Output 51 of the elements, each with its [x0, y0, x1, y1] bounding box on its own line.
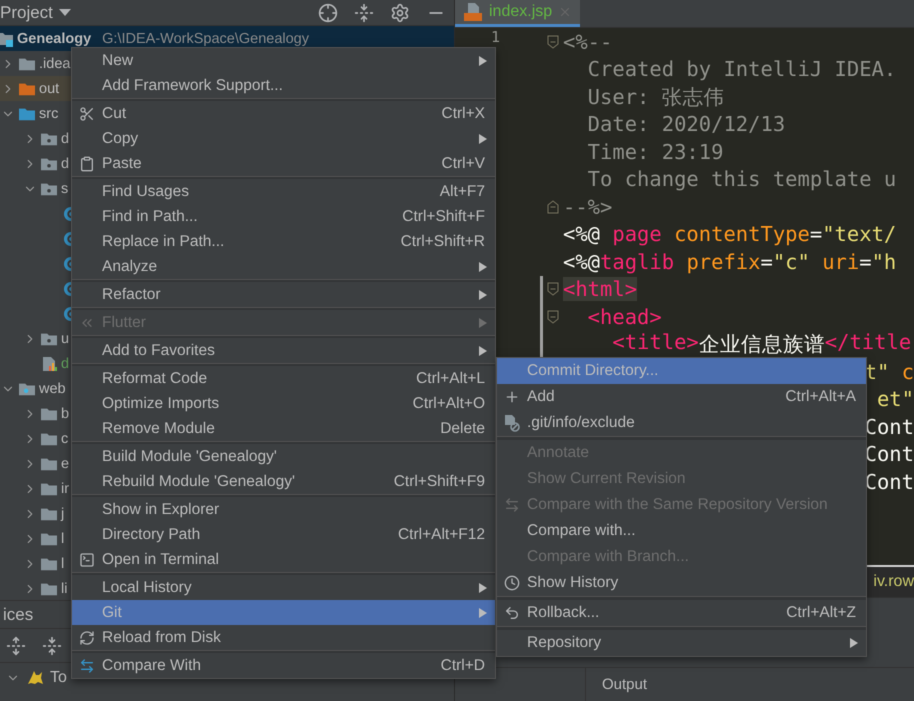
- shortcut-text: Ctrl+X: [442, 104, 485, 122]
- code-line: Time: 23:19: [586, 140, 724, 164]
- code-line: t" c: [864, 360, 914, 384]
- tree-item-name: l: [61, 530, 64, 546]
- shortcut-text: Ctrl+Shift+R: [400, 232, 485, 250]
- shortcut-text: Ctrl+Shift+F: [402, 208, 485, 226]
- code-line: <head>: [586, 304, 662, 329]
- tree-item-name: d: [61, 156, 70, 172]
- code-line: Cont: [864, 442, 914, 466]
- shortcut-text: Delete: [440, 420, 485, 438]
- tree-item-name: out: [39, 80, 60, 96]
- code-line: Cont: [864, 414, 914, 439]
- tree-item-name: ir: [61, 480, 70, 496]
- shortcut-text: Ctrl+Alt+O: [412, 394, 485, 412]
- tree-item-name: li: [61, 580, 68, 596]
- tree-item-name: b: [61, 406, 70, 422]
- code-line: User: 张志伟: [586, 84, 725, 111]
- code-line: To change this template u: [586, 167, 896, 192]
- tree-item-name: src: [39, 106, 58, 122]
- shortcut-text: Ctrl+V: [442, 154, 485, 172]
- code-line: Created by IntelliJ IDEA.: [586, 57, 896, 82]
- tree-item-name: e: [61, 456, 70, 472]
- code-line: <title>企业信息族谱</title: [611, 330, 912, 358]
- code-line: Date: 2020/12/13: [586, 112, 786, 136]
- tree-item-name: d: [61, 130, 70, 146]
- code-line: --%>: [563, 194, 612, 219]
- panel-title: ices: [3, 604, 34, 624]
- shortcut-text: Ctrl+Alt+L: [416, 370, 485, 388]
- tree-item-name: .idea: [39, 56, 70, 72]
- tree-item-name: c: [61, 430, 68, 446]
- shortcut-text: Ctrl+Alt+Z: [786, 604, 856, 622]
- tree-item-name: u: [61, 330, 70, 346]
- tree-item-name: j: [61, 506, 64, 522]
- code-line: Cont: [864, 470, 914, 494]
- shortcut-text: Ctrl+D: [440, 656, 485, 674]
- shortcut-text: Ctrl+Alt+F12: [398, 526, 485, 544]
- shortcut-text: Alt+F7: [440, 182, 485, 200]
- tree-item-name: web: [39, 380, 66, 396]
- tree-item-name: d: [61, 356, 70, 372]
- code-line: <%--: [563, 30, 612, 54]
- module-path: G:\IDEA-WorkSpace\Genealogy: [102, 30, 309, 46]
- code-line: et": [876, 387, 914, 412]
- line-number: 1: [490, 29, 500, 46]
- code-line: <%@taglib prefix="c" uri="h: [563, 250, 896, 274]
- shortcut-text: Ctrl+Shift+F9: [394, 472, 485, 490]
- tree-item-name: l: [61, 556, 64, 572]
- tree-item-name: s: [61, 180, 68, 196]
- tab-label: index.jsp: [489, 3, 552, 21]
- tree-item-name: Genealogy: [17, 30, 92, 46]
- shortcut-text: Ctrl+Alt+A: [785, 388, 856, 406]
- code-line: <%@ page contentType="text/: [563, 222, 896, 246]
